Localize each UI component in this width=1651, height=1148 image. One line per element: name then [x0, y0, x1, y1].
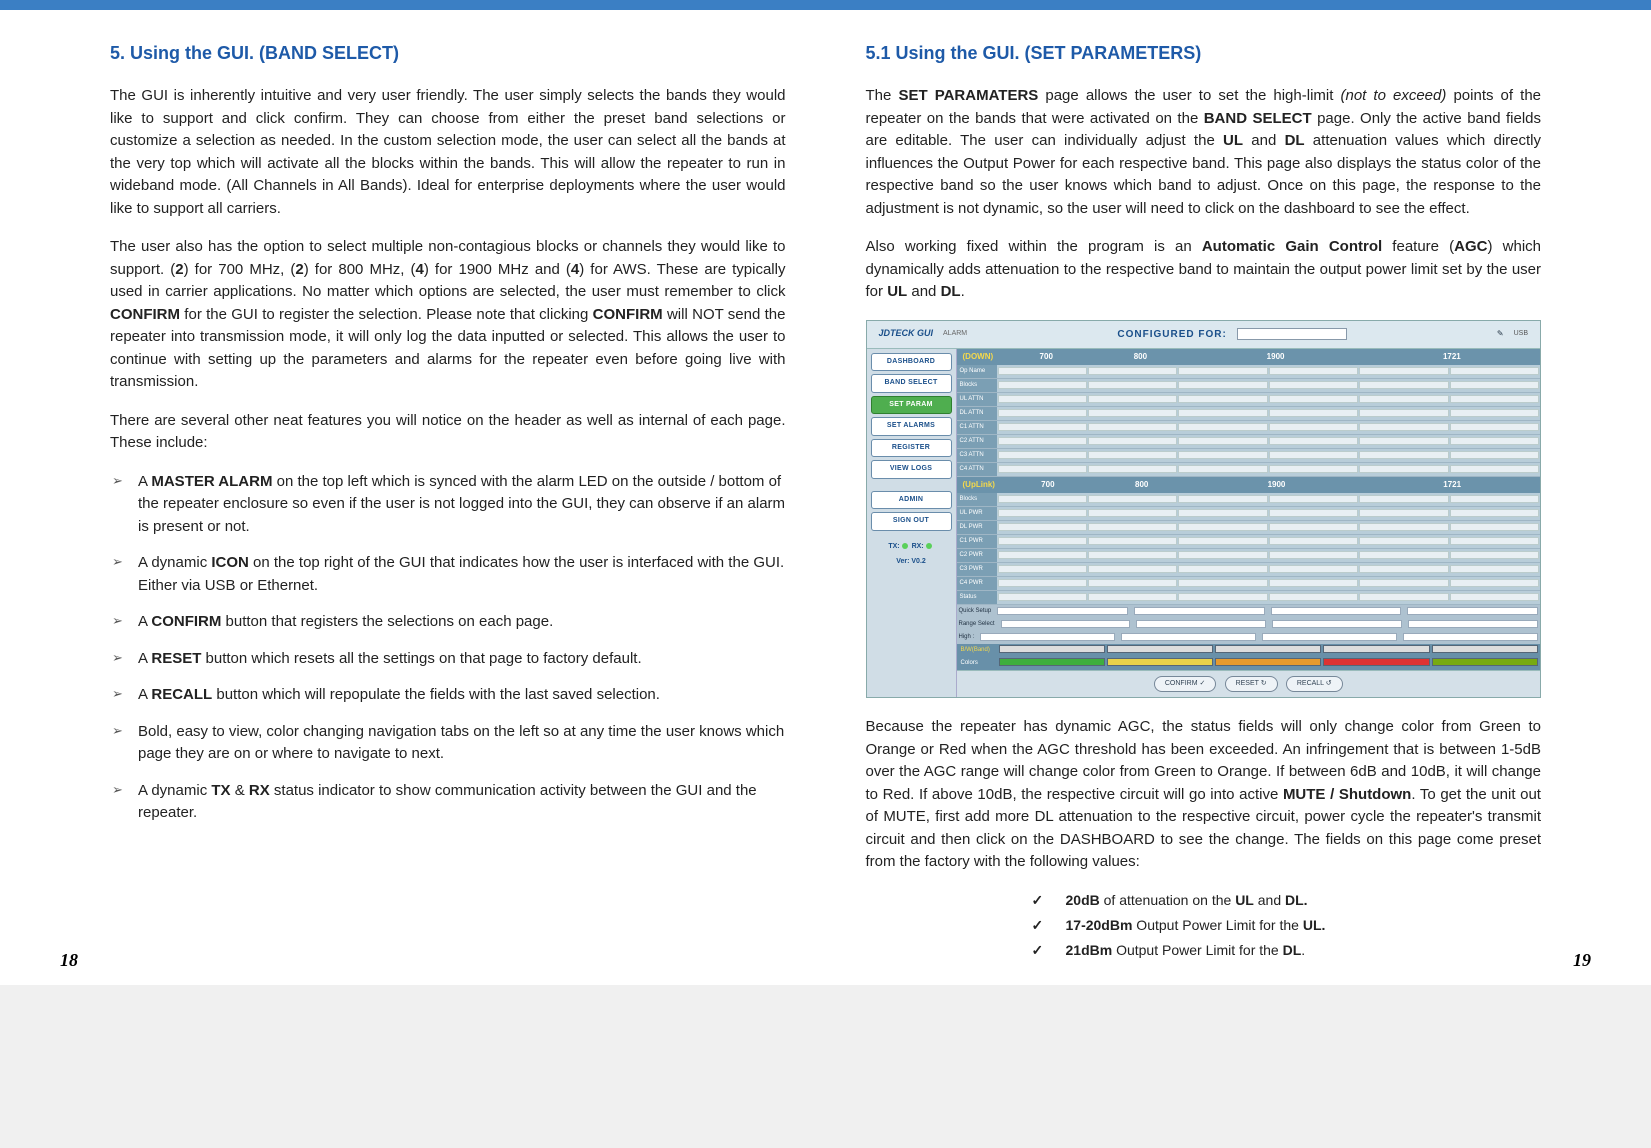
- status-good: [999, 658, 1105, 666]
- status-color-row: Colors: [957, 657, 1541, 670]
- bullet-recall: A RECALL button which will repopulate th…: [110, 684, 786, 707]
- connection-icon: USB: [1514, 329, 1528, 340]
- gui-main-panel: (DOWN) 700 800 1900 1721 Op Name Blocks …: [957, 349, 1541, 698]
- band-header-up: (UpLink) 700 800 1900 1721: [957, 477, 1541, 493]
- configured-for-label: CONFIGURED FOR:: [977, 327, 1487, 342]
- right-para-1: The SET PARAMATERS page allows the user …: [866, 85, 1542, 220]
- quick-setup-row: Quick Setup: [957, 605, 1541, 618]
- gui-header: JDTECK GUI ALARM CONFIGURED FOR: ✎ USB: [867, 321, 1541, 349]
- bullet-confirm: A CONFIRM button that registers the sele…: [110, 611, 786, 634]
- bullet-master-alarm: A MASTER ALARM on the top left which is …: [110, 471, 786, 539]
- document-spread: 5. Using the GUI. (BAND SELECT) The GUI …: [0, 0, 1651, 985]
- check-21dbm: 21dBm Output Power Limit for the DL.: [1026, 940, 1542, 961]
- status-agc-caution: [1215, 658, 1321, 666]
- two-column-layout: 5. Using the GUI. (BAND SELECT) The GUI …: [0, 10, 1651, 985]
- tab-set-alarms[interactable]: SET ALARMS: [871, 417, 952, 436]
- preset-values-list: 20dB of attenuation on the UL and DL. 17…: [866, 890, 1542, 961]
- right-column: 5.1 Using the GUI. (SET PARAMETERS) The …: [866, 40, 1542, 965]
- section-title-left: 5. Using the GUI. (BAND SELECT): [110, 40, 786, 67]
- bw-row: B/W(Band): [957, 644, 1541, 657]
- status-danger-mute: [1432, 658, 1538, 666]
- txrx-indicator: TX: RX:: [871, 542, 952, 553]
- tab-set-param[interactable]: SET PARAM: [871, 396, 952, 415]
- tab-sign-out[interactable]: SIGN OUT: [871, 512, 952, 531]
- tab-register[interactable]: REGISTER: [871, 439, 952, 458]
- page-number-right: 19: [1573, 950, 1591, 971]
- high-row: High :: [957, 631, 1541, 644]
- gui-logo: JDTECK GUI: [879, 327, 934, 341]
- gui-screenshot: JDTECK GUI ALARM CONFIGURED FOR: ✎ USB D…: [866, 320, 1542, 699]
- right-para-2: Also working fixed within the program is…: [866, 236, 1542, 304]
- reset-button[interactable]: RESET ↻: [1225, 676, 1278, 693]
- tab-view-logs[interactable]: VIEW LOGS: [871, 460, 952, 479]
- pencil-icon[interactable]: ✎: [1497, 328, 1504, 340]
- tab-dashboard[interactable]: DASHBOARD: [871, 353, 952, 372]
- left-column: 5. Using the GUI. (BAND SELECT) The GUI …: [110, 40, 786, 965]
- tab-band-select[interactable]: BAND SELECT: [871, 374, 952, 393]
- page-number-left: 18: [60, 950, 78, 971]
- range-select-row: Range Select: [957, 618, 1541, 631]
- band-header-down: (DOWN) 700 800 1900 1721: [957, 349, 1541, 365]
- feature-bullet-list: A MASTER ALARM on the top left which is …: [110, 471, 786, 825]
- left-para-1: The GUI is inherently intuitive and very…: [110, 85, 786, 220]
- bullet-txrx: A dynamic TX & RX status indicator to sh…: [110, 780, 786, 825]
- version-label: Ver: V0.2: [871, 557, 952, 568]
- recall-button[interactable]: RECALL ↺: [1286, 676, 1343, 693]
- section-title-right: 5.1 Using the GUI. (SET PARAMETERS): [866, 40, 1542, 67]
- tab-admin[interactable]: ADMIN: [871, 491, 952, 510]
- top-accent-bar: [0, 0, 1651, 10]
- grid-downlink: Op Name Blocks UL ATTN DL ATTN C1 ATTN C…: [957, 365, 1541, 477]
- bullet-icon: A dynamic ICON on the top right of the G…: [110, 552, 786, 597]
- left-para-2: The user also has the option to select m…: [110, 236, 786, 394]
- confirm-button[interactable]: CONFIRM ✓: [1154, 676, 1216, 693]
- master-alarm-indicator: ALARM: [943, 329, 967, 340]
- configured-for-input[interactable]: [1237, 328, 1347, 340]
- left-para-3: There are several other neat features yo…: [110, 410, 786, 455]
- bullet-navtabs: Bold, easy to view, color changing navig…: [110, 721, 786, 766]
- gui-sidebar: DASHBOARD BAND SELECT SET PARAM SET ALAR…: [867, 349, 957, 698]
- bullet-reset: A RESET button which resets all the sett…: [110, 648, 786, 671]
- grid-uplink: Blocks UL PWR DL PWR C1 PWR C2 PWR C3 PW…: [957, 493, 1541, 605]
- gui-footer: CONFIRM ✓ RESET ↻ RECALL ↺: [957, 670, 1541, 698]
- check-17-20dbm: 17-20dBm Output Power Limit for the UL.: [1026, 915, 1542, 936]
- status-danger-txoff: [1323, 658, 1429, 666]
- check-20db: 20dB of attenuation on the UL and DL.: [1026, 890, 1542, 911]
- gui-body: DASHBOARD BAND SELECT SET PARAM SET ALAR…: [867, 349, 1541, 698]
- right-para-3: Because the repeater has dynamic AGC, th…: [866, 716, 1542, 874]
- status-mute-active: [1107, 658, 1213, 666]
